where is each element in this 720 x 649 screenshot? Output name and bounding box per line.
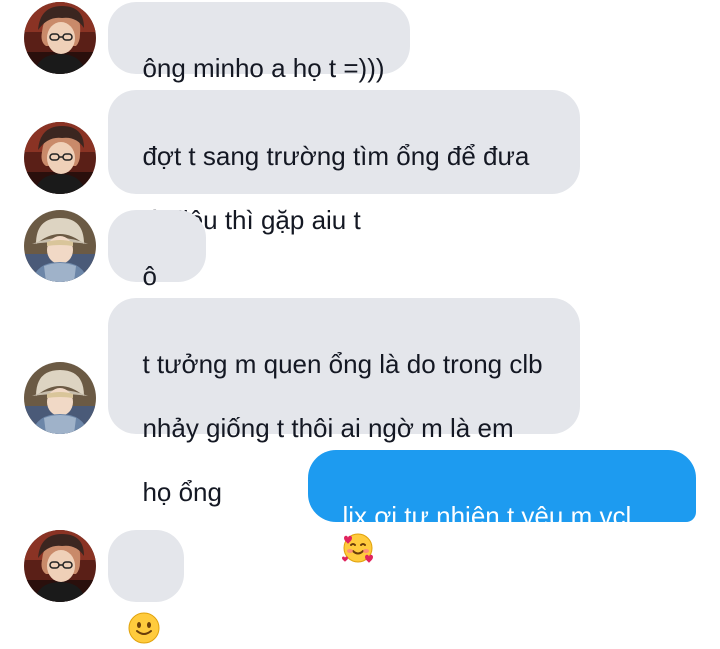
- message-text: ông minho a họ t =))): [142, 53, 385, 83]
- message-bubble[interactable]: [108, 530, 184, 602]
- message-bubble[interactable]: ô vcl: [108, 210, 206, 323]
- message-bubble[interactable]: đợt t sang trường tìm ổng để đưa tài liệ…: [108, 90, 580, 194]
- message-text-line: t tưởng m quen ổng là do trong clb: [142, 349, 543, 379]
- smiling-face-with-hearts-icon: [342, 532, 374, 564]
- avatar[interactable]: [24, 2, 96, 74]
- message-text: lix ơi tự nhiên t yêu m vcl: [342, 501, 632, 531]
- message-text-line: đợt t sang trường tìm ổng để đưa: [142, 141, 530, 171]
- message-text-line: nhảy giống t thôi ai ngờ m là em: [142, 413, 514, 443]
- message-bubble-outgoing[interactable]: lix ơi tự nhiên t yêu m vcl: [308, 450, 696, 522]
- avatar[interactable]: [24, 210, 96, 282]
- message-bubble[interactable]: ông minho a họ t =))): [108, 2, 410, 83]
- message-bubble[interactable]: t tưởng m quen ổng là do trong clb nhảy …: [108, 298, 580, 507]
- avatar[interactable]: [24, 362, 96, 434]
- avatar[interactable]: [24, 122, 96, 194]
- message-text-line: họ ổng: [142, 477, 222, 507]
- avatar[interactable]: [24, 530, 96, 602]
